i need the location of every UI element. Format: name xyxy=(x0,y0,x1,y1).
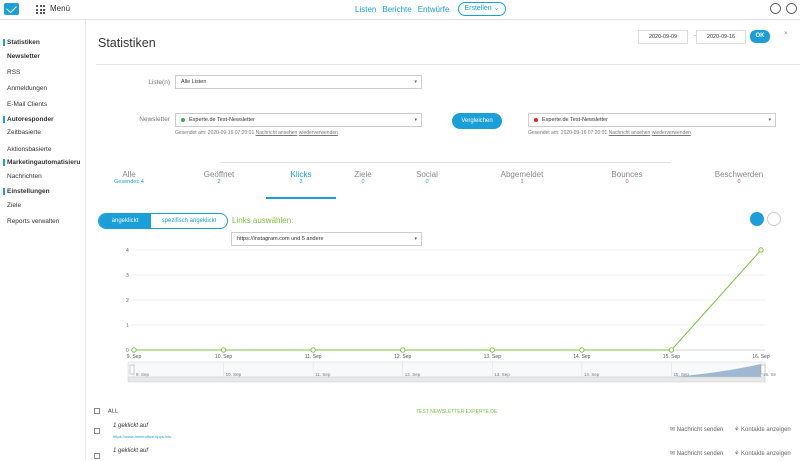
data-point xyxy=(131,347,137,353)
help-icon[interactable] xyxy=(770,3,781,14)
row-checkbox[interactable] xyxy=(94,428,100,434)
y-tick-label: 4 xyxy=(126,248,129,254)
user-icon[interactable] xyxy=(786,3,797,14)
sidebar-item-rss[interactable]: RSS xyxy=(7,69,20,76)
sidebar-item-marketing[interactable]: Marketingautomatisieru xyxy=(3,159,80,166)
table-row xyxy=(94,428,108,434)
x-tick-label: 15. Sep xyxy=(663,354,680,360)
navigator-label: 9. Sep xyxy=(136,372,150,377)
apps-grid-icon[interactable] xyxy=(36,5,45,14)
sidebar-item-nachrichten[interactable]: Nachrichten xyxy=(7,173,42,180)
data-point xyxy=(220,347,227,353)
x-tick-label: 9. Sep xyxy=(127,354,142,360)
create-button[interactable]: Erstellen ⌄ xyxy=(458,2,506,16)
y-tick-label: 2 xyxy=(126,298,129,304)
x-tick-label: 11. Sep xyxy=(305,354,322,360)
navigator-label: 11. Sep xyxy=(315,372,331,377)
navigator-label: 12. Sep xyxy=(405,372,421,377)
main-content: Statistiken 2020-09-09 - 2020-09-16 OK ×… xyxy=(86,20,800,461)
y-tick-label: 3 xyxy=(126,273,129,279)
navigator-label: 13. Sep xyxy=(494,372,510,377)
newsletter-column-header: TEST NEWSLETTER EXPERTE.DE xyxy=(416,409,498,415)
nav-entwuerfe[interactable]: Entwürfe xyxy=(418,5,450,14)
navigator-handle-left xyxy=(129,364,135,375)
select-all-row: ALL xyxy=(94,408,118,414)
x-tick-label: 10. Sep xyxy=(215,354,232,360)
sidebar-item-anmeldungen[interactable]: Anmeldungen xyxy=(7,85,47,92)
menu-label[interactable]: Menü xyxy=(50,4,70,13)
table-row xyxy=(94,453,108,459)
navigator-handle-right xyxy=(760,364,766,375)
navigator-label: 14. Sep xyxy=(584,372,600,377)
sidebar-item-zeitbasierte[interactable]: Zeitbasierte xyxy=(7,129,41,136)
sidebar-item-autoresponder[interactable]: Autoresponder xyxy=(3,116,54,123)
sidebar-item-email-clients[interactable]: E-Mail Clients xyxy=(7,101,47,108)
nav-listen[interactable]: Listen xyxy=(355,5,376,14)
data-point xyxy=(758,247,764,253)
sidebar-item-einstellungen[interactable]: Einstellungen xyxy=(3,188,50,195)
top-bar: Menü Listen Berichte Entwürfe Erstellen … xyxy=(0,0,800,20)
sidebar-item-aktionsbasierte[interactable]: Aktionsbasierte xyxy=(7,146,51,153)
send-message-button[interactable]: ✉ Nachricht senden xyxy=(670,450,723,457)
sidebar-item-ziele[interactable]: Ziele xyxy=(7,202,21,209)
row-checkbox[interactable] xyxy=(94,453,100,459)
show-contacts-button[interactable]: ⚘ Kontakte anzeigen xyxy=(734,426,791,433)
sidebar: Statistiken Newsletter RSS Anmeldungen E… xyxy=(0,20,86,461)
row-url-link[interactable]: https://www.homeoffice-tipps.info xyxy=(113,434,171,439)
data-point xyxy=(489,347,495,353)
navigator-scrollbar xyxy=(127,376,766,383)
row-title: 1 geklickt auf xyxy=(113,423,149,429)
row-title: 1 geklickt auf xyxy=(113,448,149,454)
y-tick-label: 1 xyxy=(126,323,129,329)
data-point xyxy=(668,347,675,353)
clicks-line-chart: 012349. Sep 10. Sep 11. Sep 12. Sep 13. Sep 1… xyxy=(126,247,777,383)
show-contacts-button[interactable]: ⚘ Kontakte anzeigen xyxy=(734,450,791,457)
sidebar-item-newsletter[interactable]: Newsletter xyxy=(7,53,40,60)
x-tick-label: 16. Sep xyxy=(752,354,769,360)
navigator-label: 10. Sep xyxy=(226,372,242,377)
data-point xyxy=(579,347,585,353)
select-all-checkbox[interactable] xyxy=(94,408,100,414)
data-point xyxy=(400,347,406,353)
x-tick-label: 12. Sep xyxy=(394,354,411,360)
sidebar-item-statistiken[interactable]: Statistiken xyxy=(3,39,40,46)
x-tick-label: 14. Sep xyxy=(573,354,590,360)
top-nav: Listen Berichte Entwürfe xyxy=(355,5,449,14)
sidebar-item-reports[interactable]: Reports verwalten xyxy=(7,218,59,225)
data-point xyxy=(310,347,316,353)
logo-icon[interactable] xyxy=(4,3,19,15)
nav-berichte[interactable]: Berichte xyxy=(382,5,411,14)
x-tick-label: 13. Sep xyxy=(484,354,501,360)
send-message-button[interactable]: ✉ Nachricht senden xyxy=(670,426,723,433)
